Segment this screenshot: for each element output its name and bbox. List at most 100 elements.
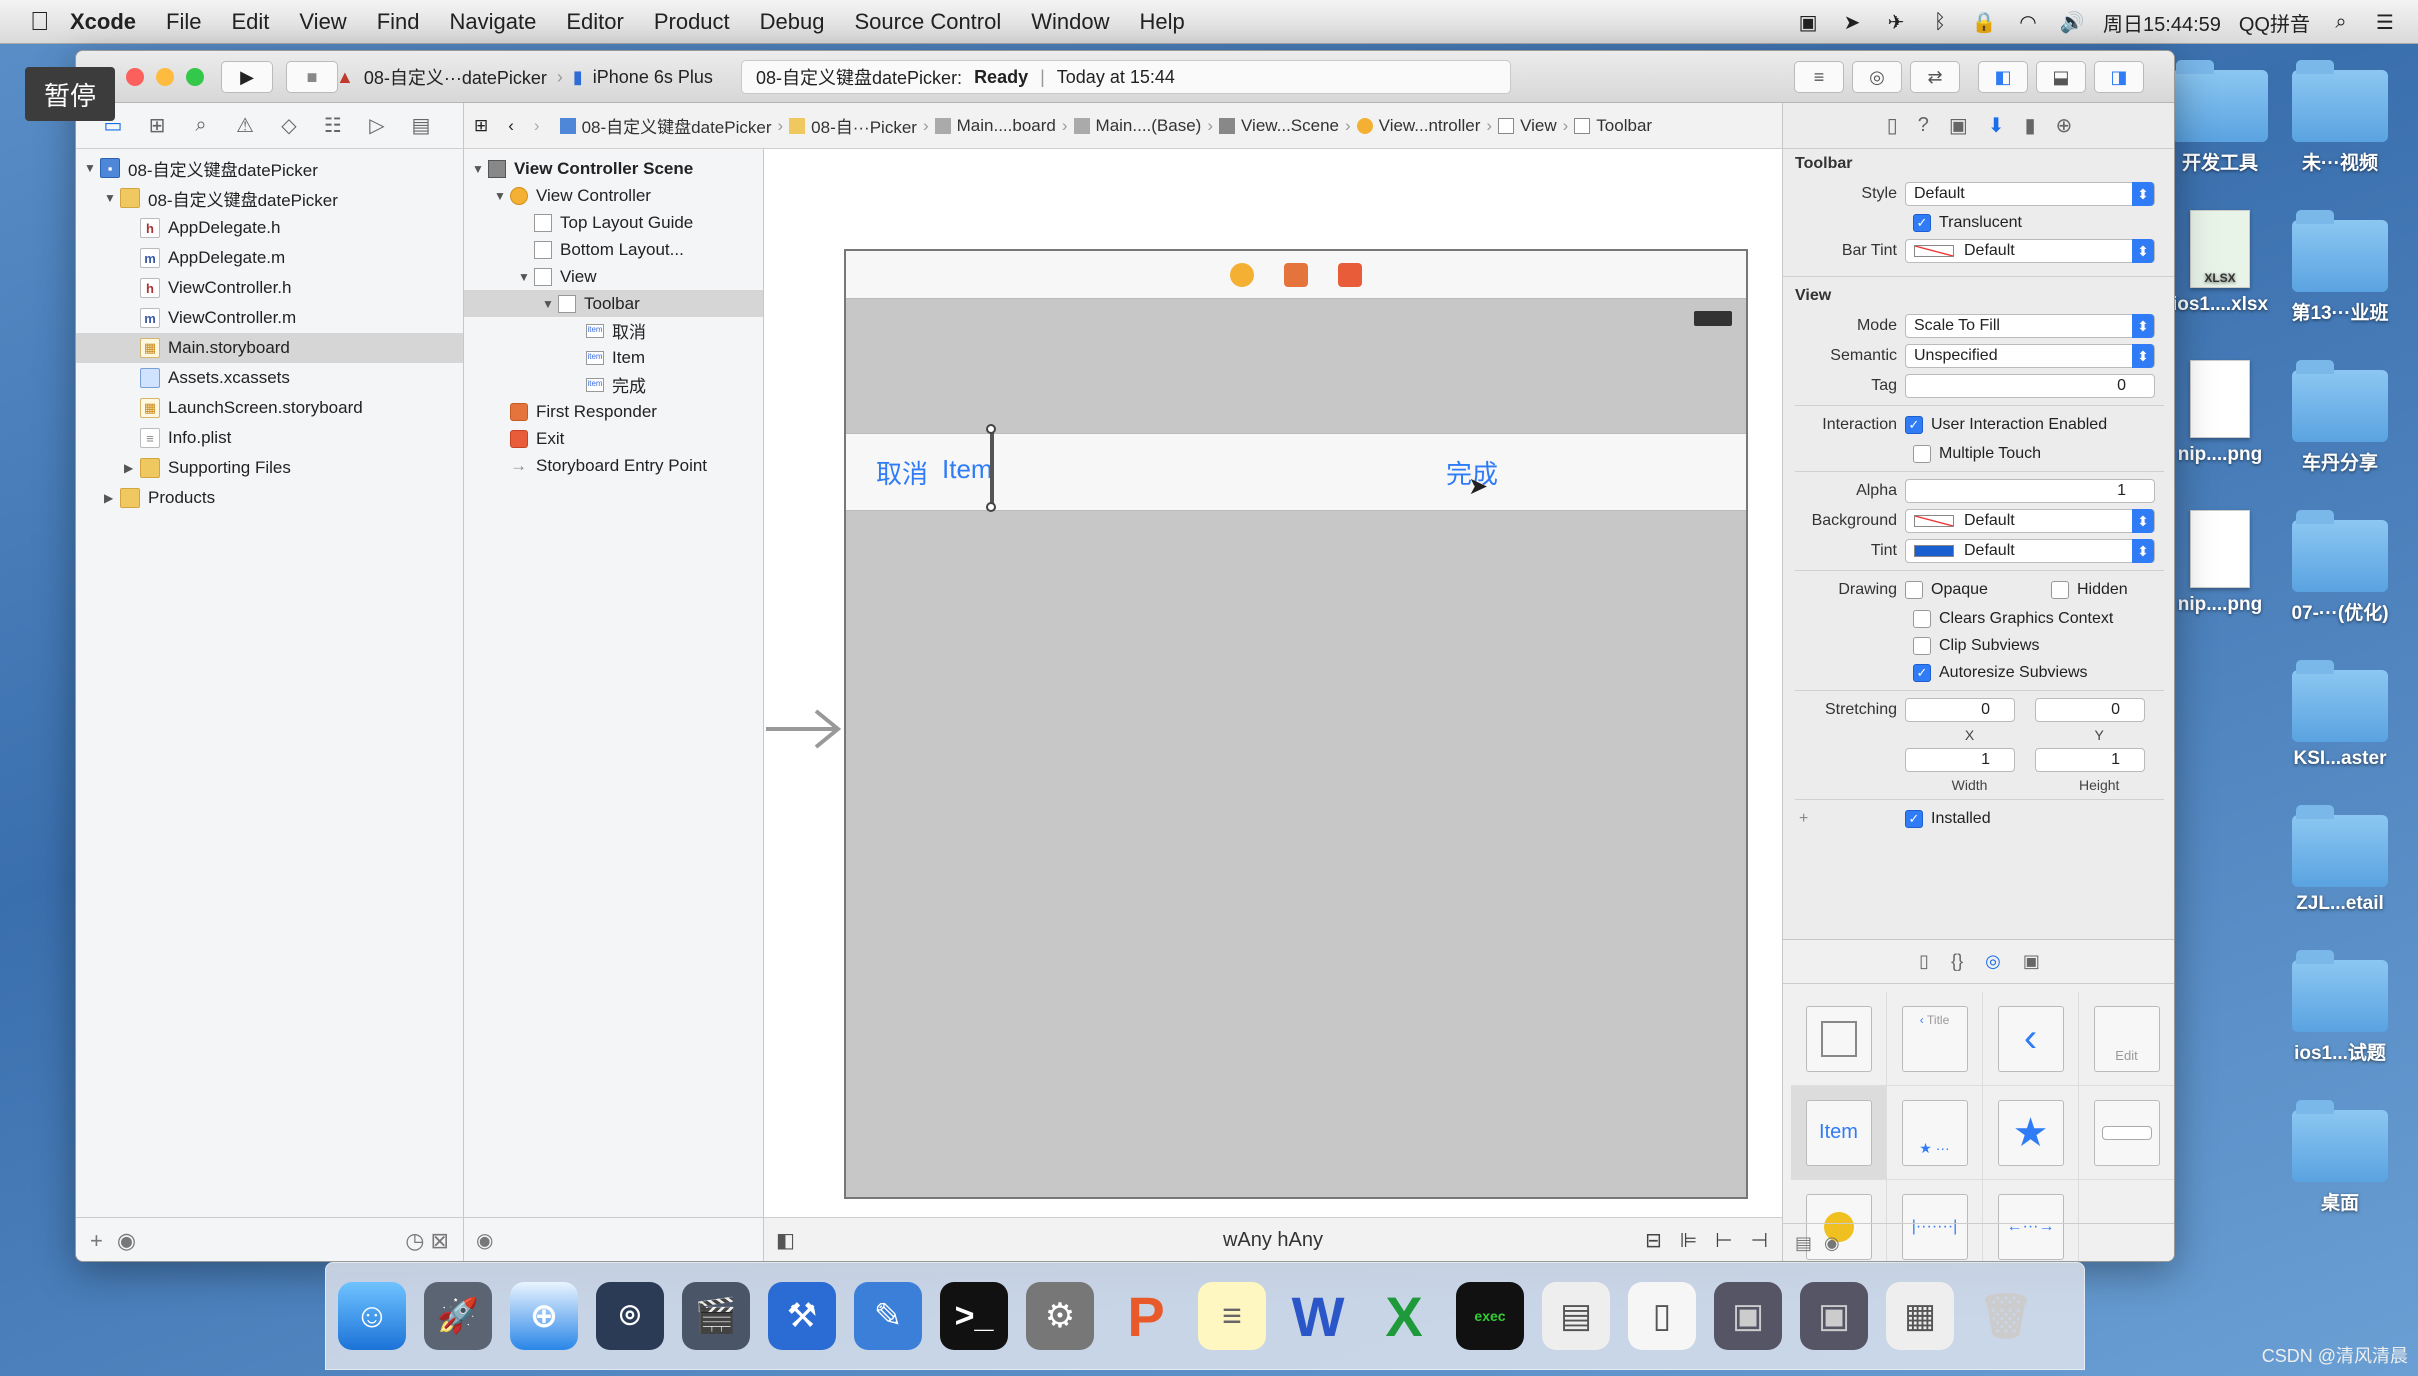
file-template-library-icon[interactable]: ▯ [1919, 951, 1929, 972]
spotlight-search-icon[interactable]: ⌕ [2328, 9, 2354, 35]
item-bar-item[interactable]: Item [942, 454, 993, 485]
disclosure-icon[interactable]: ▼ [518, 270, 534, 284]
desktop-folder-share[interactable]: 车丹分享 [2275, 360, 2405, 475]
multiple-touch-checkbox[interactable]: Multiple Touch [1795, 440, 2164, 467]
stretch-width-field[interactable]: 1 [1905, 748, 2015, 772]
outline-entry-point[interactable]: → Storyboard Entry Point [464, 452, 763, 479]
size-inspector-icon[interactable]: ▮ [2025, 113, 2036, 138]
xcode-icon[interactable]: ⚒ [768, 1282, 836, 1350]
menu-window[interactable]: Window [1031, 9, 1109, 35]
align-icon[interactable]: ⊫ [1680, 1228, 1697, 1253]
camera-icon[interactable]: ▣ [1795, 9, 1821, 35]
notes-icon[interactable]: ≡ [1198, 1282, 1266, 1350]
tree-item-info-plist[interactable]: ≡ Info.plist [76, 423, 463, 453]
menu-view[interactable]: View [299, 9, 346, 35]
notification-center-icon[interactable]: ☰ [2372, 9, 2398, 35]
view-controller-scene[interactable]: 取消 Item 完成 ➤ [844, 249, 1748, 1199]
menu-find[interactable]: Find [377, 9, 420, 35]
storyboard-canvas[interactable]: 取消 Item 完成 ➤ [764, 149, 1782, 1217]
size-class-selector[interactable]: wAny hAny [764, 1229, 1782, 1252]
word-icon[interactable]: W [1284, 1282, 1352, 1350]
device-name[interactable]: iPhone 6s Plus [593, 67, 713, 88]
grid-list-toggle-icon[interactable]: ▤ [1795, 1233, 1812, 1254]
safari-icon[interactable]: ⊕ [510, 1282, 578, 1350]
pause-overlay[interactable]: 暂停 [25, 67, 115, 121]
powerpoint-icon[interactable]: P [1112, 1282, 1180, 1350]
bluetooth-icon[interactable]: ᛒ [1927, 9, 1953, 35]
close-window-button[interactable] [126, 68, 144, 86]
input-method[interactable]: QQ拼音 [2239, 8, 2310, 37]
preview-doc-icon[interactable]: ▤ [1542, 1282, 1610, 1350]
opaque-checkbox[interactable] [1905, 581, 1923, 599]
apple-menu-icon[interactable]:  [30, 6, 70, 37]
version-editor-button[interactable]: ⇄ [1910, 61, 1960, 93]
desktop-folder-07[interactable]: 07-···(优化) [2275, 510, 2405, 625]
screen-recorder-icon[interactable]: 🎬 [682, 1282, 750, 1350]
menu-clock[interactable]: 周日15:44:59 [2103, 8, 2221, 37]
crumb-group[interactable]: 08-自···Picker [789, 113, 917, 138]
resolve-icon[interactable]: ⊣ [1751, 1228, 1768, 1253]
resize-handle[interactable] [986, 424, 996, 512]
library-tab-bar-item[interactable]: ★ ··· [1887, 1086, 1983, 1180]
tree-item-appdelegate-h[interactable]: h AppDelegate.h [76, 213, 463, 243]
exec-icon[interactable]: exec [1456, 1282, 1524, 1350]
crumb-scene[interactable]: View...Scene [1219, 116, 1339, 136]
stop-button[interactable]: ■ [286, 61, 338, 93]
outline-scene[interactable]: ▼ View Controller Scene [464, 155, 763, 182]
volume-icon[interactable]: 🔊 [2059, 9, 2085, 35]
toggle-utilities-button[interactable]: ◨ [2094, 61, 2144, 93]
excel-icon[interactable]: X [1370, 1282, 1438, 1350]
tree-item-assets[interactable]: Assets.xcassets [76, 363, 463, 393]
desktop-folder-desktop[interactable]: 桌面 [2275, 1100, 2405, 1215]
tree-item-viewcontroller-m[interactable]: m ViewController.m [76, 303, 463, 333]
desktop-folder-videos[interactable]: 未···视频 [2275, 60, 2405, 175]
filter-icon[interactable]: ◉ [1824, 1233, 1840, 1254]
outline-first-responder[interactable]: First Responder [464, 398, 763, 425]
installed-checkbox[interactable]: ✓ [1905, 810, 1923, 828]
location-icon[interactable]: ➤ [1839, 9, 1865, 35]
standard-editor-button[interactable]: ≡ [1794, 61, 1844, 93]
hidden-checkbox[interactable] [2051, 581, 2069, 599]
disclosure-icon[interactable]: ▼ [494, 189, 510, 203]
library-back-item[interactable]: ‹ [1983, 992, 2079, 1086]
tree-item-group[interactable]: ▼ 08-自定义键盘datePicker [76, 183, 463, 213]
outline-view-controller[interactable]: ▼ View Controller [464, 182, 763, 209]
stretch-x-field[interactable]: 0 [1905, 698, 2015, 722]
menu-product[interactable]: Product [654, 9, 730, 35]
handle-bottom[interactable] [986, 502, 996, 512]
finder-icon[interactable]: ☺ [338, 1282, 406, 1350]
crumb-toolbar[interactable]: Toolbar [1574, 116, 1652, 136]
library-bar-button-item[interactable]: Item [1791, 1086, 1887, 1180]
mode-select[interactable]: Scale To Fill [1905, 314, 2155, 338]
add-variation-icon[interactable]: + [1795, 810, 1905, 828]
outline-item-done[interactable]: item 完成 [464, 371, 763, 398]
disclosure-icon[interactable]: ▶ [124, 461, 140, 475]
filter-icon[interactable]: ◉ [476, 1228, 493, 1253]
stack-icon[interactable]: ⊟ [1645, 1228, 1662, 1253]
cancel-bar-item[interactable]: 取消 [876, 454, 928, 491]
storyboard-entry-arrow[interactable] [764, 709, 844, 749]
disclosure-icon[interactable]: ▼ [84, 161, 100, 175]
desktop-folder-zjl[interactable]: ZJL...etail [2275, 805, 2405, 915]
menu-source-control[interactable]: Source Control [855, 9, 1002, 35]
document-icon[interactable]: ▯ [1628, 1282, 1696, 1350]
wifi-icon[interactable]: ◠ [2015, 9, 2041, 35]
mouse-app-icon[interactable]: ⌾ [596, 1282, 664, 1350]
find-navigator-tab-icon[interactable]: ⌕ [186, 111, 216, 141]
outline-bottom-layout-guide[interactable]: Bottom Layout... [464, 236, 763, 263]
pin-icon[interactable]: ⊢ [1715, 1228, 1732, 1253]
system-preferences-icon[interactable]: ⚙ [1026, 1282, 1094, 1350]
minimize-window-button[interactable] [156, 68, 174, 86]
zoom-window-button[interactable] [186, 68, 204, 86]
forward-arrow-icon[interactable]: › [534, 116, 540, 136]
screen-share-icon[interactable]: ▣ [1714, 1282, 1782, 1350]
clip-subviews-checkbox[interactable]: Clip Subviews [1795, 632, 2164, 659]
background-select[interactable]: Default [1905, 509, 2155, 533]
outline-exit[interactable]: Exit [464, 425, 763, 452]
crumb-view[interactable]: View [1498, 116, 1557, 136]
debug-navigator-tab-icon[interactable]: ☷ [318, 111, 348, 141]
trash-icon[interactable]: 🗑 [1972, 1282, 2040, 1350]
back-arrow-icon[interactable]: ‹ [508, 116, 514, 136]
terminal-icon[interactable]: >_ [940, 1282, 1008, 1350]
related-items-icon[interactable]: ⊞ [474, 116, 488, 136]
